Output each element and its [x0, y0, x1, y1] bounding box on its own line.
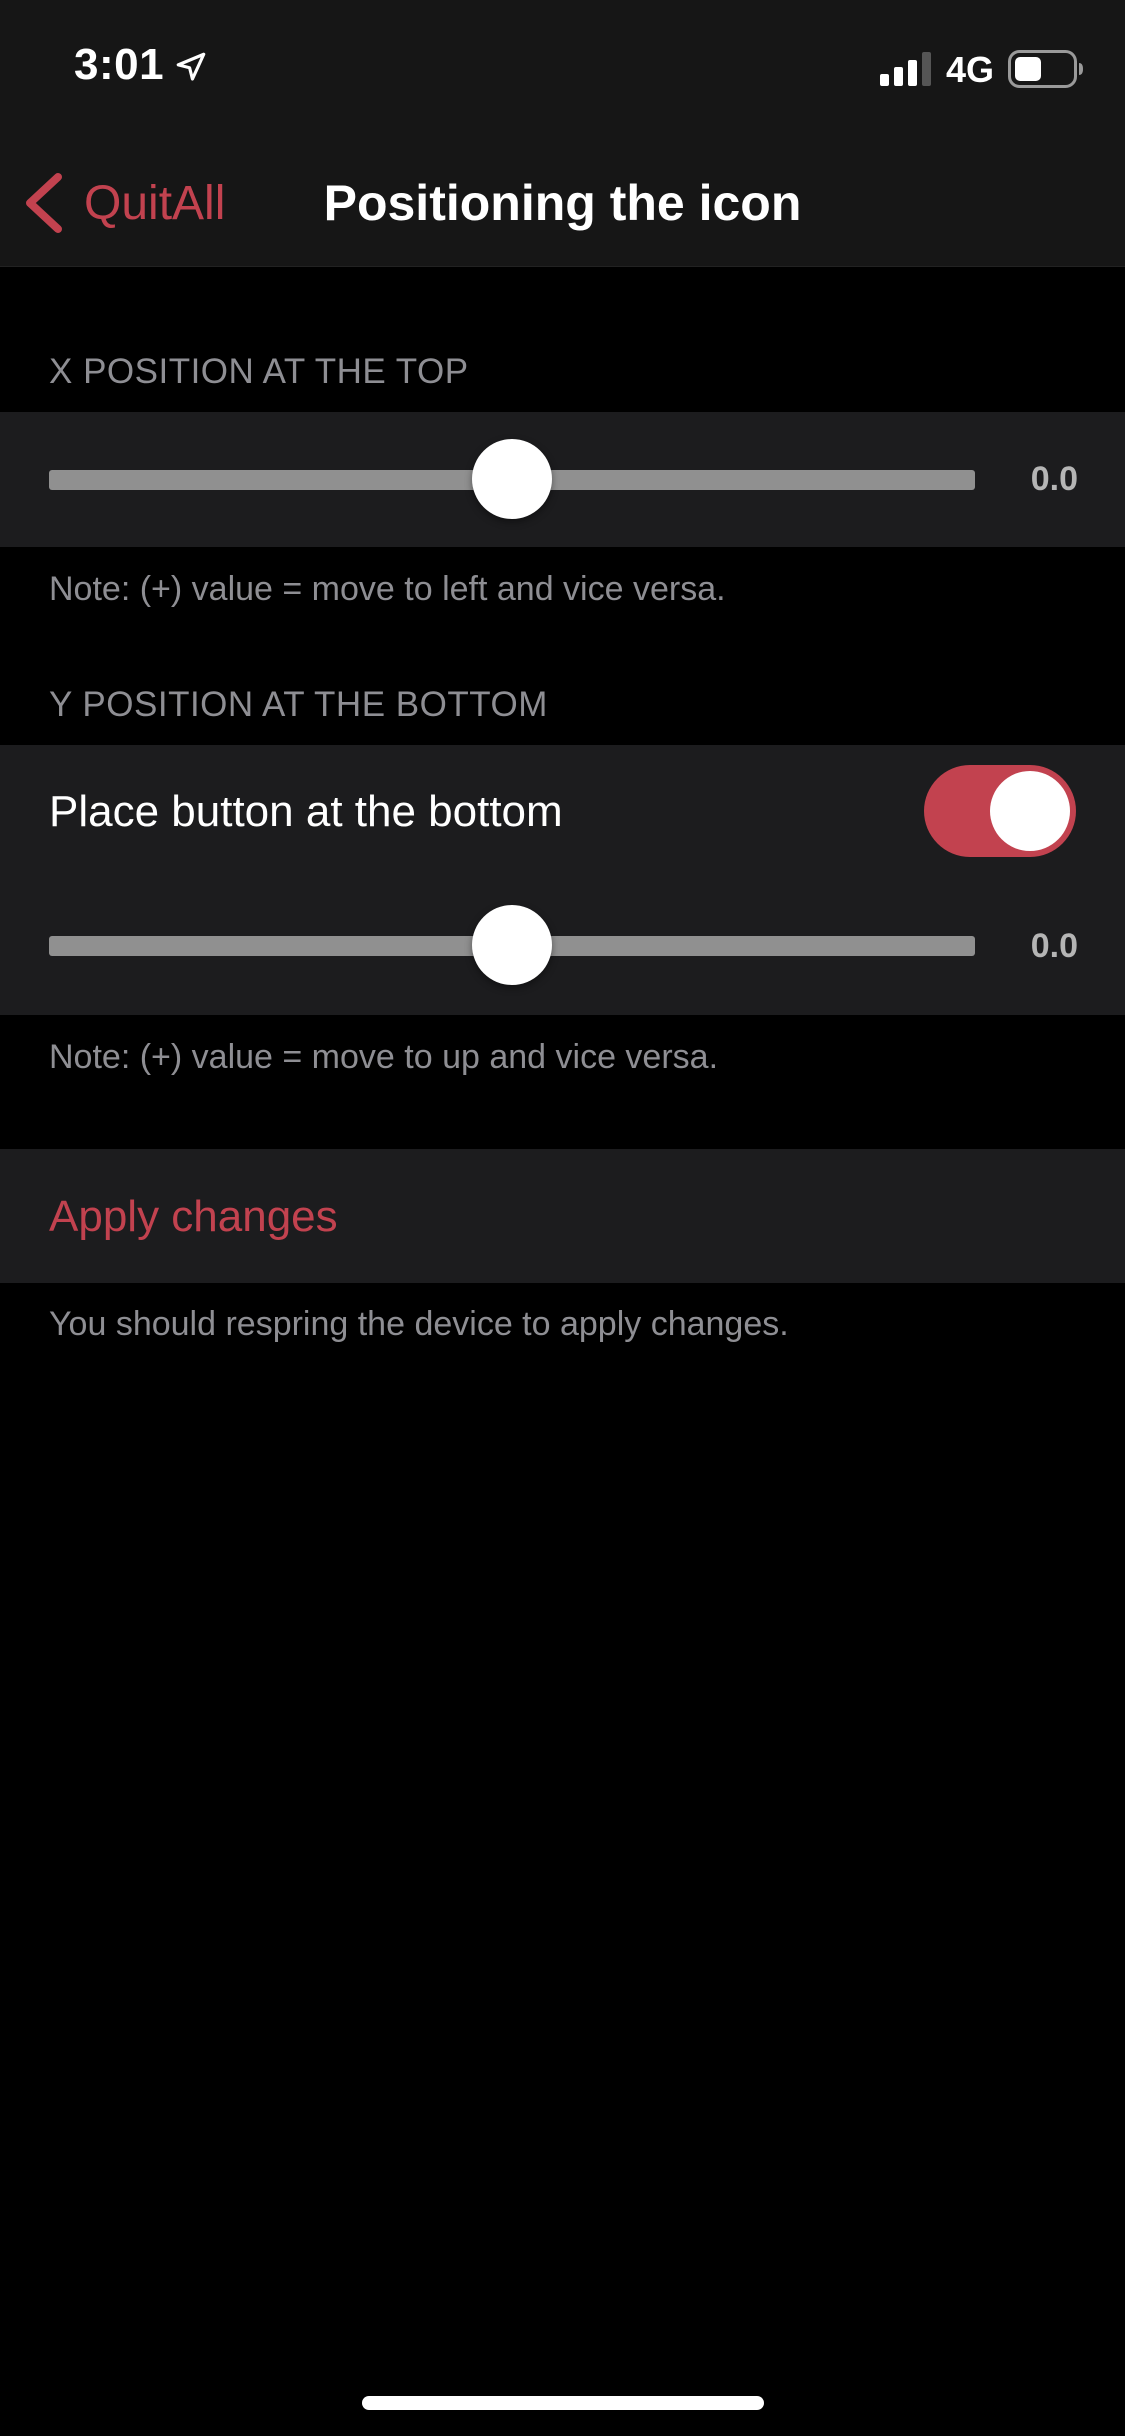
- status-bar: 3:01 4G: [0, 0, 1125, 140]
- apply-changes-note: You should respring the device to apply …: [49, 1305, 789, 1343]
- slider-thumb[interactable]: [472, 439, 552, 519]
- location-arrow-icon: [176, 52, 206, 81]
- signal-bars-icon: [880, 52, 931, 86]
- home-indicator: [362, 2396, 764, 2410]
- chevron-left-icon: [26, 173, 62, 233]
- toggle-knob: [990, 771, 1070, 851]
- status-time: 3:01: [74, 40, 165, 89]
- apply-changes-button[interactable]: Apply changes: [0, 1149, 1125, 1283]
- x-position-slider[interactable]: [49, 439, 975, 519]
- y-position-slider[interactable]: [49, 905, 975, 985]
- slider-thumb[interactable]: [472, 905, 552, 985]
- network-type: 4G: [946, 49, 995, 90]
- place-bottom-toggle[interactable]: [924, 765, 1076, 857]
- back-button[interactable]: QuitAll: [22, 168, 225, 238]
- y-position-value: 0.0: [1030, 927, 1078, 965]
- navigation-bar: Positioning the icon QuitAll: [0, 140, 1125, 267]
- back-button-label: QuitAll: [84, 176, 226, 230]
- section-header-x-position: X POSITION AT THE TOP: [49, 352, 469, 391]
- toggle-label: Place button at the bottom: [49, 787, 563, 836]
- battery-icon: [1008, 50, 1083, 88]
- section-header-y-position: Y POSITION AT THE BOTTOM: [49, 685, 548, 724]
- x-position-cell: 0.0: [0, 412, 1125, 547]
- x-position-value: 0.0: [1030, 460, 1078, 498]
- x-position-note: Note: (+) value = move to left and vice …: [49, 570, 726, 608]
- y-position-cell: Place button at the bottom 0.0: [0, 745, 1125, 1015]
- apply-changes-label: Apply changes: [49, 1192, 338, 1241]
- y-position-note: Note: (+) value = move to up and vice ve…: [49, 1038, 719, 1076]
